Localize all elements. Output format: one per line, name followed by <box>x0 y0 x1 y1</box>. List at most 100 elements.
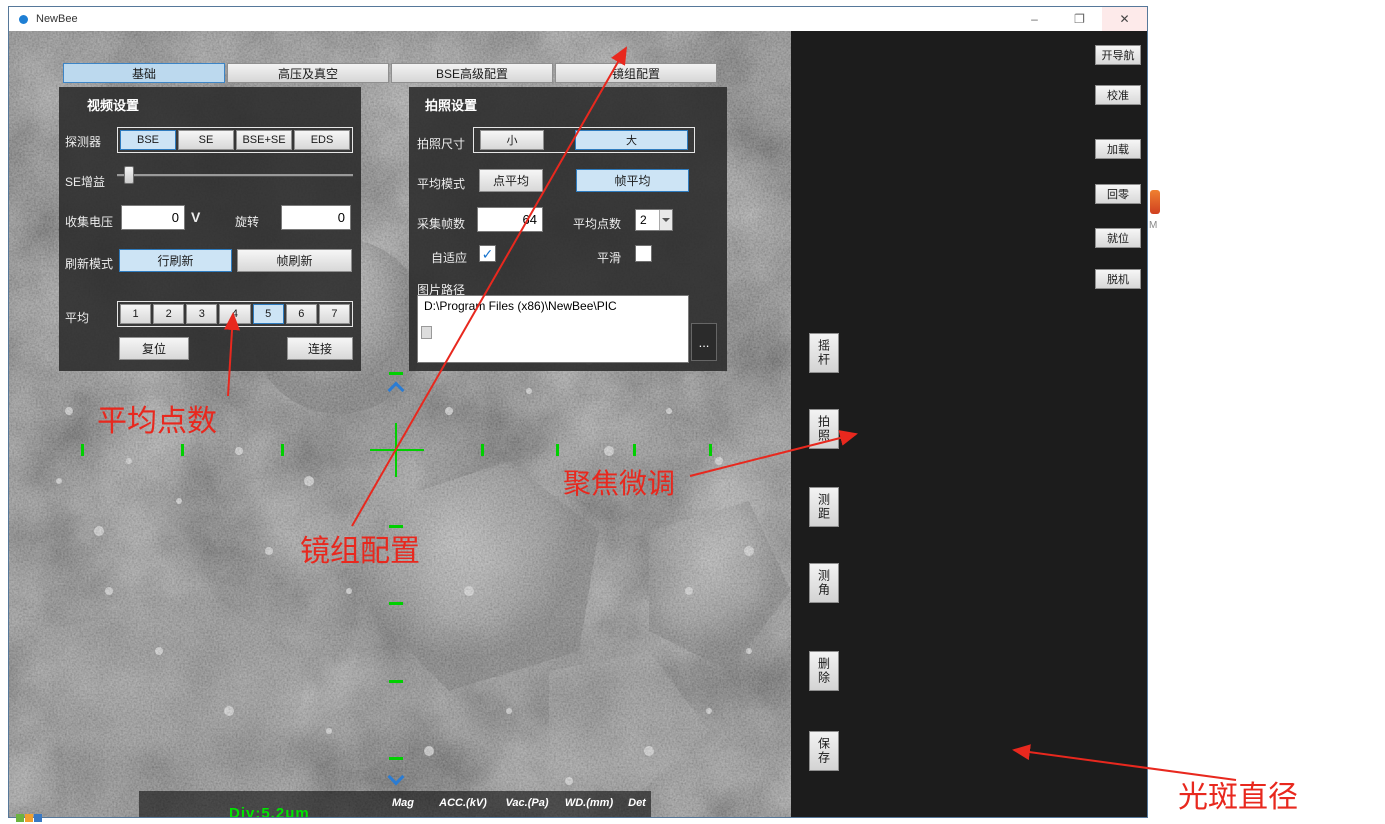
nav-offline-button[interactable]: 脱机 <box>1095 269 1141 289</box>
background-window-letter: M <box>1149 220 1157 231</box>
refresh-line-button[interactable]: 行刷新 <box>119 249 232 272</box>
status-col-det: Det BSE <box>601 797 673 817</box>
annotation-focus-finetune: 聚焦微调 <box>563 462 675 502</box>
refresh-mode-label: 刷新模式 <box>65 255 113 272</box>
scale-tick <box>281 444 284 456</box>
crosshair-vertical <box>395 423 397 477</box>
app-icon <box>19 15 28 24</box>
tab-basic[interactable]: 基础 <box>63 63 225 83</box>
se-gain-slider[interactable] <box>117 165 353 185</box>
size-small-button[interactable]: 小 <box>480 130 544 150</box>
collect-voltage-input[interactable] <box>121 205 185 230</box>
browse-path-button[interactable]: ... <box>691 323 717 361</box>
average-7-button[interactable]: 7 <box>319 304 350 324</box>
tab-bse-advanced[interactable]: BSE高级配置 <box>391 63 553 83</box>
tab-lens-config[interactable]: 镜组配置 <box>555 63 717 83</box>
adaptive-label: 自适应 <box>431 249 467 266</box>
detector-group: BSE SE BSE+SE EDS <box>117 127 353 153</box>
tool-delete-button[interactable]: 删除 <box>809 651 839 691</box>
scale-tick <box>389 680 403 683</box>
connect-button[interactable]: 连接 <box>287 337 353 360</box>
tool-measure-distance-button[interactable]: 测距 <box>809 487 839 527</box>
avg-point-button[interactable]: 点平均 <box>479 169 543 192</box>
maximize-button[interactable]: ❐ <box>1057 7 1102 31</box>
refresh-frame-button[interactable]: 帧刷新 <box>237 249 352 272</box>
scale-tick <box>389 757 403 760</box>
adaptive-checkbox[interactable] <box>479 245 496 262</box>
tool-measure-angle-button[interactable]: 测角 <box>809 563 839 603</box>
titlebar: NewBee – ❐ ✕ <box>9 7 1147 31</box>
reset-button[interactable]: 复位 <box>119 337 189 360</box>
video-settings-panel: 视频设置 探测器 BSE SE BSE+SE EDS SE增益 收集电压 V 旋… <box>59 87 361 371</box>
smooth-label: 平滑 <box>597 249 621 266</box>
annotation-average-points: 平均点数 <box>97 396 217 440</box>
scale-tick <box>181 444 184 456</box>
nav-load-button[interactable]: 加载 <box>1095 139 1141 159</box>
average-5-button[interactable]: 5 <box>253 304 284 324</box>
voltage-unit-label: V <box>191 209 200 225</box>
slider-thumb[interactable] <box>124 166 134 184</box>
nav-calibrate-button[interactable]: 校准 <box>1095 85 1141 105</box>
scale-tick <box>633 444 636 456</box>
average-6-button[interactable]: 6 <box>286 304 317 324</box>
tool-joystick-button[interactable]: 摇杆 <box>809 333 839 373</box>
slider-track <box>117 174 353 177</box>
window-controls: – ❐ ✕ <box>1012 7 1147 31</box>
avg-points-select[interactable]: 2 <box>635 209 673 231</box>
detector-eds-button[interactable]: EDS <box>294 130 350 150</box>
detector-label: 探测器 <box>65 133 101 150</box>
avg-frame-button[interactable]: 帧平均 <box>576 169 689 192</box>
scale-tick <box>389 372 403 375</box>
video-settings-title: 视频设置 <box>87 95 139 114</box>
rotation-label: 旋转 <box>235 213 259 230</box>
tab-hv-vacuum[interactable]: 高压及真空 <box>227 63 389 83</box>
background-window-icon <box>1150 190 1160 214</box>
avg-points-label: 平均点数 <box>573 215 621 232</box>
scale-tick <box>481 444 484 456</box>
right-panel: 暂停 自动对焦 聚焦 图像 亮度 对比 <box>791 31 1147 817</box>
window-title: NewBee <box>36 13 78 25</box>
collect-voltage-label: 收集电压 <box>65 213 113 230</box>
desktop: NewBee – ❐ ✕ <box>0 0 1385 824</box>
average-1-button[interactable]: 1 <box>120 304 151 324</box>
nav-inposition-button[interactable]: 就位 <box>1095 228 1141 248</box>
annotation-lens-config: 镜组配置 <box>300 526 420 570</box>
average-group: 1 2 3 4 5 6 7 <box>117 301 353 327</box>
average-4-button[interactable]: 4 <box>219 304 250 324</box>
average-3-button[interactable]: 3 <box>186 304 217 324</box>
scale-div-label: Div:5.2μm <box>229 805 310 817</box>
scale-tick <box>81 444 84 456</box>
scale-tick <box>709 444 712 456</box>
close-button[interactable]: ✕ <box>1102 7 1147 31</box>
scale-tick <box>556 444 559 456</box>
detector-bse-se-button[interactable]: BSE+SE <box>236 130 292 150</box>
status-bar: Div:5.2μm Mag 5000 ACC.(kV) 15 Vac.(Pa) … <box>139 791 651 817</box>
avg-points-value: 2 <box>636 213 659 227</box>
rotation-input[interactable] <box>281 205 351 230</box>
status-header: ACC.(kV) <box>427 797 499 809</box>
tool-photo-button[interactable]: 拍照 <box>809 409 839 449</box>
photo-settings-title: 拍照设置 <box>425 95 477 114</box>
photo-size-label: 拍照尺寸 <box>417 135 465 152</box>
size-large-button[interactable]: 大 <box>575 130 688 150</box>
average-2-button[interactable]: 2 <box>153 304 184 324</box>
status-header: Det <box>601 797 673 809</box>
frames-input[interactable] <box>477 207 543 232</box>
detector-se-button[interactable]: SE <box>178 130 234 150</box>
crosshair-horizontal <box>370 449 424 451</box>
minimize-button[interactable]: – <box>1012 7 1057 31</box>
taskbar-icon-part <box>25 814 33 822</box>
avg-mode-label: 平均模式 <box>417 175 465 192</box>
chevron-down-icon[interactable] <box>659 210 672 230</box>
nav-zero-button[interactable]: 回零 <box>1095 184 1141 204</box>
scale-tick <box>389 602 403 605</box>
path-clip-icon <box>421 326 432 339</box>
tool-save-button[interactable]: 保存 <box>809 731 839 771</box>
taskbar-app-icon <box>16 814 42 822</box>
image-path-box[interactable]: D:\Program Files (x86)\NewBee\PIC <box>417 295 689 363</box>
detector-bse-button[interactable]: BSE <box>120 130 176 150</box>
nav-navigation-button[interactable]: 开导航 <box>1095 45 1141 65</box>
annotation-spot-diameter: 光斑直径 <box>1178 772 1298 816</box>
smooth-checkbox[interactable] <box>635 245 652 262</box>
taskbar-icon-part <box>16 814 24 822</box>
